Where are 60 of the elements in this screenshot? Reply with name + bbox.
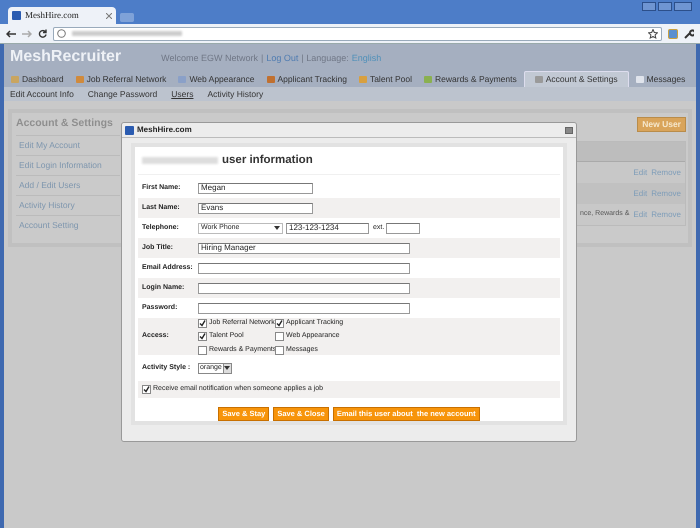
nav-tab[interactable]: Talent Pool bbox=[354, 71, 418, 87]
nav-tab[interactable]: Applicant Tracking bbox=[262, 71, 352, 87]
checkbox[interactable] bbox=[275, 346, 284, 354]
text-field[interactable]: Evans bbox=[198, 202, 313, 214]
tab-icon bbox=[534, 76, 543, 83]
tab-icon bbox=[11, 76, 19, 82]
sub-nav-link[interactable]: Change Password bbox=[88, 88, 158, 100]
wrench-icon[interactable] bbox=[684, 28, 694, 38]
text-field[interactable] bbox=[198, 302, 410, 314]
nav-tab[interactable]: Job Referral Network bbox=[70, 71, 172, 87]
phone-field[interactable]: 123-123-1234 bbox=[286, 222, 369, 234]
minimize-icon[interactable] bbox=[642, 2, 656, 11]
nav-tab[interactable]: Rewards & Payments bbox=[419, 71, 522, 87]
caret-icon bbox=[224, 366, 230, 370]
tab-icon bbox=[178, 76, 186, 82]
sub-nav-link[interactable]: Users bbox=[171, 88, 194, 100]
tab-icon bbox=[424, 76, 432, 82]
tab-icon bbox=[358, 76, 367, 82]
reload-icon[interactable] bbox=[38, 29, 47, 38]
site-logo: MeshRecruiter bbox=[10, 47, 122, 67]
checkbox[interactable] bbox=[275, 332, 284, 341]
extension-icon[interactable] bbox=[668, 28, 678, 38]
checkmark-icon bbox=[143, 386, 150, 393]
dialog-heading: user information bbox=[222, 152, 313, 168]
nav-tab[interactable]: Web Appearance bbox=[173, 71, 260, 87]
checkbox[interactable] bbox=[198, 346, 207, 354]
close-icon[interactable] bbox=[565, 126, 573, 134]
checkbox[interactable] bbox=[142, 385, 151, 394]
ext-field[interactable] bbox=[386, 222, 420, 234]
text-field[interactable] bbox=[198, 262, 410, 274]
welcome-text: Welcome EGW Network bbox=[161, 52, 258, 65]
nav-tab[interactable]: Account & Settings bbox=[524, 71, 629, 87]
text-field[interactable] bbox=[198, 282, 410, 294]
star-icon[interactable] bbox=[648, 28, 658, 38]
maximize-icon[interactable] bbox=[658, 2, 672, 11]
sub-nav-link[interactable]: Activity History bbox=[207, 88, 264, 100]
checkbox[interactable] bbox=[275, 318, 284, 328]
modal-title: MeshHire.com bbox=[137, 124, 192, 136]
nav-tab[interactable]: Messages bbox=[630, 71, 690, 87]
back-icon[interactable] bbox=[6, 30, 16, 38]
tab-icon bbox=[76, 76, 84, 82]
browser-tab[interactable]: MeshHire.com bbox=[8, 7, 116, 24]
close-icon[interactable] bbox=[106, 12, 112, 18]
globe-icon bbox=[57, 29, 66, 38]
tab-icon bbox=[636, 76, 644, 82]
text-field[interactable]: Megan bbox=[198, 182, 313, 194]
text-field[interactable]: Hiring Manager bbox=[198, 242, 410, 254]
tab-title: MeshHire.com bbox=[25, 8, 80, 22]
checkmark-icon bbox=[276, 320, 283, 326]
tab-icon bbox=[266, 76, 274, 82]
language-label: | Language: bbox=[301, 52, 349, 65]
separator: | bbox=[261, 52, 264, 65]
site-logo-icon bbox=[12, 11, 21, 20]
checkbox[interactable] bbox=[198, 318, 207, 328]
site-logo-icon bbox=[125, 126, 134, 134]
nav-tab[interactable]: Dashboard bbox=[6, 71, 69, 87]
sub-nav-link[interactable]: Edit Account Info bbox=[10, 88, 74, 100]
close-window-icon[interactable] bbox=[674, 2, 692, 11]
checkbox[interactable] bbox=[198, 332, 207, 341]
sidebar-title: Account & Settings bbox=[16, 116, 114, 132]
